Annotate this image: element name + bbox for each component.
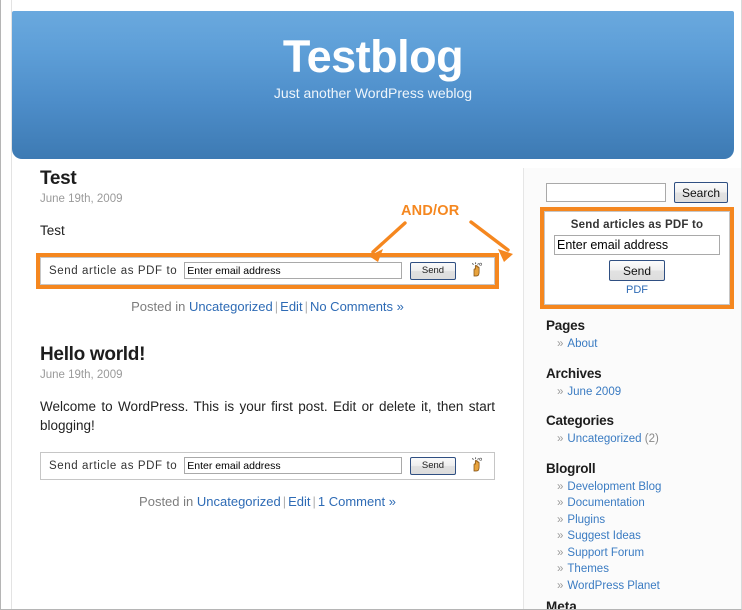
- sidebar-link[interactable]: Suggest Ideas: [567, 530, 641, 542]
- chevron-right-icon: »: [557, 433, 564, 445]
- sidebar-link[interactable]: Development Blog: [567, 481, 661, 493]
- post-title: Hello world!: [40, 343, 146, 365]
- site-tagline: Just another WordPress weblog: [273, 85, 473, 101]
- list-item[interactable]: » June 2009: [557, 384, 735, 401]
- sidebar-link[interactable]: WordPress Planet: [567, 580, 659, 592]
- post-body: Test: [40, 223, 65, 238]
- meta-separator: |: [312, 493, 316, 509]
- send-article-as-pdf-form: Send article as PDF to Send: [40, 451, 495, 480]
- pdf-send-button[interactable]: Send: [410, 456, 456, 475]
- post-meta: Posted in Uncategorized | Edit | 1 Comment »: [40, 494, 495, 509]
- search-form: Search: [534, 168, 735, 203]
- pdf-email-input[interactable]: [184, 457, 402, 475]
- sidebar-link[interactable]: Uncategorized: [567, 433, 641, 445]
- sidebar-heading: Categories: [546, 413, 614, 428]
- sidebar-heading: Pages: [546, 318, 585, 333]
- list-item[interactable]: » Uncategorized (2): [557, 431, 735, 448]
- sidebar-link[interactable]: Plugins: [567, 514, 605, 526]
- chevron-right-icon: »: [557, 579, 564, 592]
- post-body: Welcome to WordPress. This is your first…: [40, 398, 495, 434]
- sidebar-heading-meta: Meta: [546, 599, 577, 610]
- list-item[interactable]: » Support Forum: [557, 545, 735, 562]
- sidebar-link[interactable]: Documentation: [567, 497, 644, 509]
- category-count: (2): [644, 433, 659, 445]
- page-left-gutter: [2, 0, 12, 609]
- list-item[interactable]: » WordPress Planet: [557, 578, 735, 595]
- list-item[interactable]: » Suggest Ideas: [557, 528, 735, 545]
- post-category-link[interactable]: Uncategorized: [197, 494, 281, 509]
- sidebar-link[interactable]: Support Forum: [567, 547, 644, 559]
- chevron-right-icon: »: [557, 497, 564, 509]
- post-meta: Posted in Uncategorized | Edit | No Comments…: [40, 299, 495, 314]
- posted-in-label: Posted in: [131, 298, 186, 314]
- post-date: June 19th, 2009: [40, 368, 123, 381]
- sidebar-link[interactable]: About: [567, 338, 597, 350]
- list-item[interactable]: » Documentation: [557, 495, 735, 512]
- list-item[interactable]: » Plugins: [557, 512, 735, 529]
- post-edit-link[interactable]: Edit: [280, 299, 302, 314]
- post-comments-link[interactable]: No Comments »: [310, 299, 404, 314]
- sidebar-section-blogroll: Blogroll » Development Blog » Documentatio…: [534, 461, 735, 595]
- sidebar-list: » June 2009: [546, 384, 735, 401]
- sidebar: Search Send articles as PDF to Send PDF …: [523, 168, 741, 610]
- sidebar-heading: Archives: [546, 365, 602, 381]
- list-item[interactable]: » Development Blog: [557, 479, 735, 496]
- sidebar-list: » Uncategorized (2): [546, 431, 735, 448]
- chevron-right-icon: »: [557, 338, 564, 350]
- search-input[interactable]: [546, 183, 666, 202]
- pdf-send-button[interactable]: Send: [410, 261, 456, 280]
- pdf-form-label: Send article as PDF to: [49, 264, 178, 277]
- sidebar-section-categories: Categories » Uncategorized (2): [534, 413, 735, 448]
- post-comments-link[interactable]: 1 Comment »: [318, 494, 396, 509]
- pdf-widget-title: Send articles as PDF to: [570, 219, 704, 231]
- content-column: Test June 19th, 2009 Test Send article a…: [12, 168, 517, 509]
- sidebar-heading: Blogroll: [546, 460, 596, 476]
- chevron-right-icon: »: [557, 530, 564, 542]
- sidebar-link[interactable]: Themes: [567, 563, 609, 575]
- pdf-widget-email-input[interactable]: [554, 235, 720, 255]
- pdf-form-label: Send article as PDF to: [49, 459, 178, 472]
- chevron-right-icon: »: [557, 513, 564, 526]
- site-title: Testblog: [282, 31, 464, 82]
- post-category-link[interactable]: Uncategorized: [189, 299, 273, 314]
- chevron-right-icon: »: [557, 563, 564, 575]
- pdf-widget-link[interactable]: PDF: [554, 284, 720, 296]
- pdf-form-wrap-post-2: Send article as PDF to Send: [40, 451, 495, 480]
- browser-page: Testblog Just another WordPress weblog T…: [0, 0, 742, 610]
- pdf-widget-highlight: Send articles as PDF to Send PDF: [540, 207, 734, 309]
- meta-separator: |: [304, 298, 308, 314]
- chevron-right-icon: »: [557, 480, 564, 493]
- hand-pointer-icon[interactable]: [466, 261, 488, 280]
- meta-separator: |: [282, 493, 287, 509]
- post-hello-world: Hello world! June 19th, 2009 Welcome to …: [12, 344, 517, 509]
- post-test: Test June 19th, 2009 Test Send article a…: [12, 168, 517, 314]
- site-header: Testblog Just another WordPress weblog: [12, 11, 734, 159]
- sidebar-section-archives: Archives » June 2009: [534, 366, 735, 401]
- search-button[interactable]: Search: [674, 182, 729, 203]
- pdf-form-highlight-post-1: Send article as PDF to Send: [36, 252, 499, 289]
- chevron-right-icon: »: [557, 385, 564, 398]
- pdf-email-input[interactable]: [184, 262, 402, 280]
- post-title: Test: [40, 168, 77, 189]
- sidebar-list: » Development Blog » Documentation » Plugin…: [546, 479, 735, 595]
- pdf-widget-send-button[interactable]: Send: [609, 260, 665, 281]
- posted-in-label: Posted in: [139, 493, 194, 509]
- post-date: June 19th, 2009: [40, 193, 123, 205]
- list-item[interactable]: » Themes: [557, 561, 735, 578]
- sidebar-link[interactable]: June 2009: [567, 386, 621, 398]
- list-item[interactable]: » About: [557, 336, 735, 353]
- sidebar-list: » About: [546, 336, 735, 353]
- send-articles-as-pdf-widget: Send articles as PDF to Send PDF: [544, 211, 730, 305]
- post-edit-link[interactable]: Edit: [288, 494, 310, 509]
- send-article-as-pdf-form: Send article as PDF to Send: [40, 256, 495, 285]
- sidebar-section-pages: Pages » About: [534, 318, 735, 353]
- hand-pointer-icon[interactable]: [466, 456, 488, 475]
- chevron-right-icon: »: [557, 546, 564, 559]
